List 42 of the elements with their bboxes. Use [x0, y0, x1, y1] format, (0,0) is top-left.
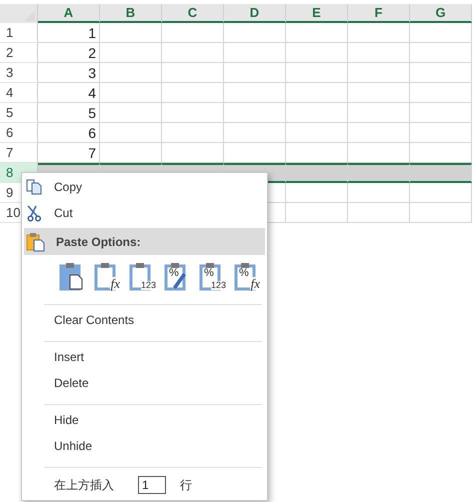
- menu-item[interactable]: Insert: [22, 344, 267, 370]
- column-header[interactable]: A: [38, 4, 100, 23]
- cell-value: 2: [88, 44, 96, 60]
- scissors-icon: [26, 205, 42, 222]
- column-header[interactable]: B: [100, 4, 162, 23]
- row-count-field[interactable]: 1: [138, 476, 166, 494]
- menu-item[interactable]: Clear Contents: [22, 307, 267, 333]
- menu-header-label: Paste Options:: [56, 234, 141, 248]
- cell-value: 1: [88, 24, 96, 40]
- cell-value: 4: [88, 84, 96, 100]
- column-header[interactable]: C: [162, 4, 224, 23]
- cell-value: 7: [88, 144, 96, 160]
- menu-item[interactable]: Hide: [22, 407, 267, 433]
- grid-cell[interactable]: 5: [38, 103, 100, 123]
- row-header[interactable]: 1: [0, 23, 38, 43]
- column-header[interactable]: G: [410, 4, 472, 23]
- paste-option-button[interactable]: [58, 261, 84, 291]
- column-header[interactable]: F: [348, 4, 410, 23]
- unit-label: 行: [180, 476, 192, 494]
- grid-cell[interactable]: 6: [38, 123, 100, 143]
- grid-cell[interactable]: 1: [38, 23, 100, 43]
- grid-cell[interactable]: 2: [38, 43, 100, 63]
- insert-rows-label: 在上方插入: [54, 476, 114, 494]
- grid-cell[interactable]: 4: [38, 83, 100, 103]
- copy-icon: [26, 179, 43, 195]
- menu-item[interactable]: Delete: [22, 370, 267, 396]
- cell-value: 3: [88, 64, 96, 80]
- cell-value: 5: [88, 104, 96, 120]
- menu-item[interactable]: Unhide: [22, 433, 267, 459]
- row-header[interactable]: 4: [0, 83, 38, 103]
- column-header[interactable]: E: [286, 4, 348, 23]
- row-header[interactable]: 6: [0, 123, 38, 143]
- cell-value: 6: [88, 124, 96, 140]
- column-header[interactable]: D: [224, 4, 286, 23]
- row-header[interactable]: 3: [0, 63, 38, 83]
- row-header[interactable]: 7: [0, 143, 38, 163]
- clipboard-icon: [26, 232, 46, 252]
- row-header[interactable]: 2: [0, 43, 38, 63]
- grid-cell[interactable]: 3: [38, 63, 100, 83]
- row-header[interactable]: 5: [0, 103, 38, 123]
- grid-cell[interactable]: [410, 163, 472, 183]
- select-all-corner[interactable]: [0, 4, 38, 23]
